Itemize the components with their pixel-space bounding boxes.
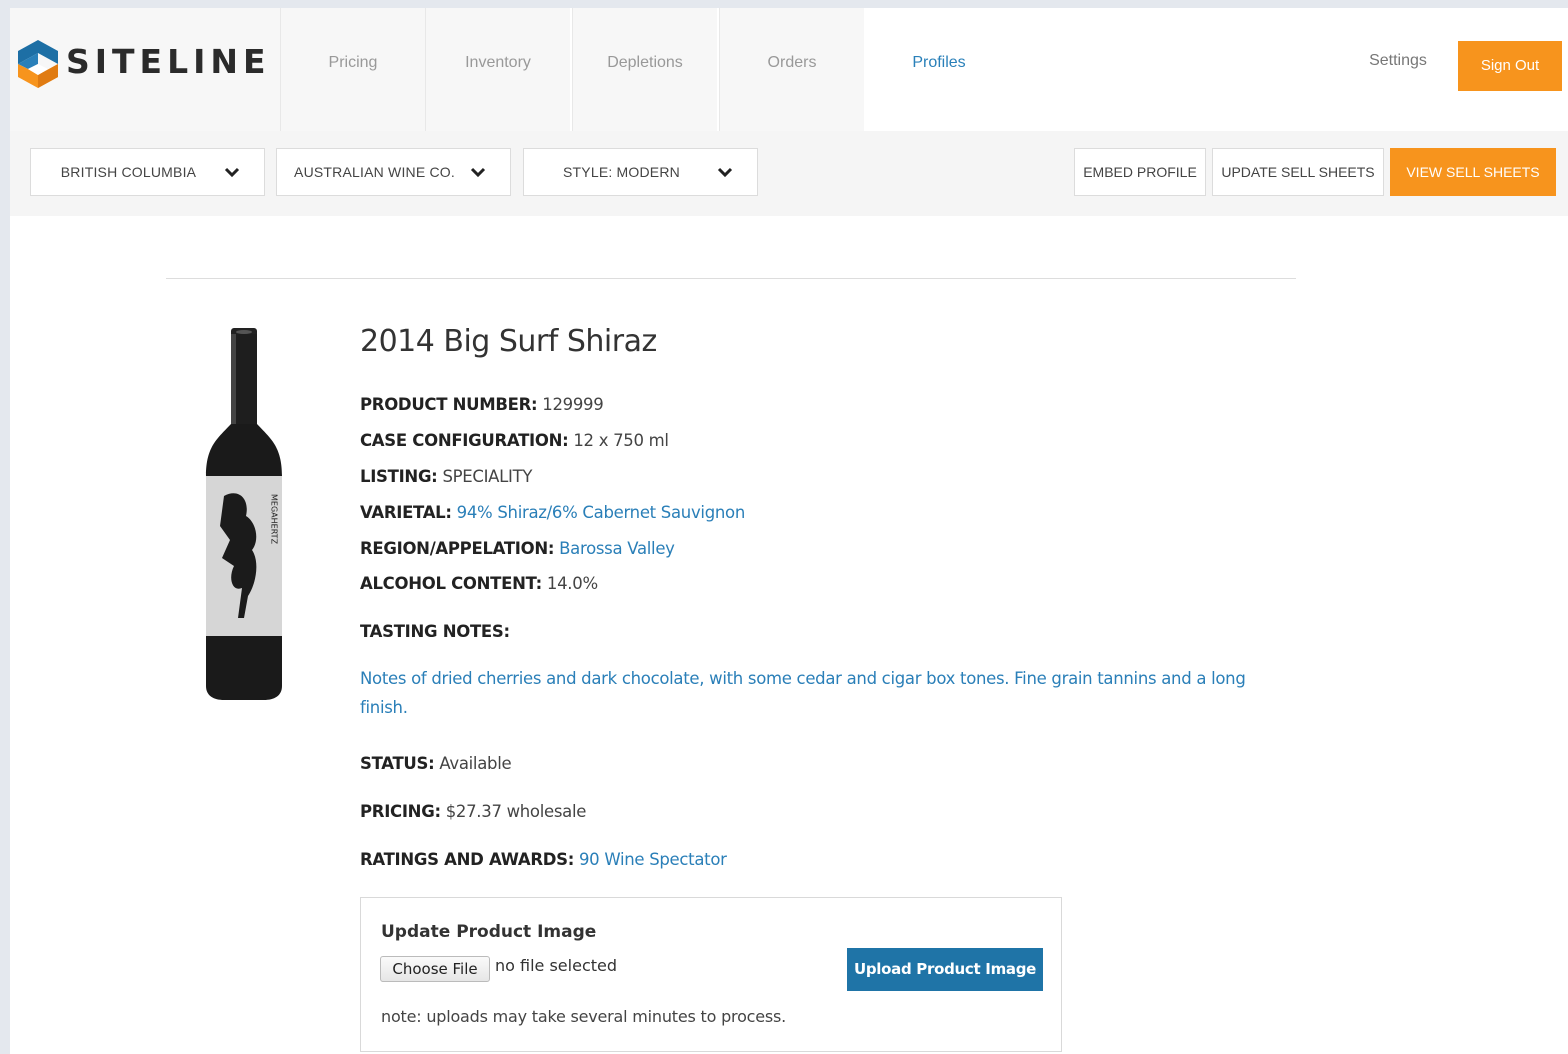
upload-image-panel: Update Product Image Choose File no file…	[360, 897, 1062, 1052]
tab-pricing[interactable]: Pricing	[280, 8, 425, 131]
bottle-label: MEGAHERTZ	[270, 494, 279, 545]
siteline-logo-icon	[18, 40, 58, 88]
chevron-down-icon	[470, 167, 486, 178]
region-row: REGION/APPELATION: Barossa Valley	[360, 539, 675, 558]
update-sell-sheets-button[interactable]: UPDATE SELL SHEETS	[1212, 148, 1384, 196]
varietal-row: VARIETAL: 94% Shiraz/6% Cabernet Sauvign…	[360, 503, 745, 522]
status-row: STATUS: Available	[360, 754, 512, 773]
status-label: STATUS:	[360, 754, 435, 773]
supplier-dropdown-label: AUSTRALIAN WINE CO.	[294, 164, 455, 180]
top-nav: SITELINE Pricing Inventory Depletions Or…	[10, 8, 1568, 131]
pricing-value: $27.37 wholesale	[445, 802, 587, 821]
listing-value: SPECIALITY	[442, 467, 533, 486]
tasting-notes-heading-row: TASTING NOTES:	[360, 622, 510, 641]
region-dropdown[interactable]: BRITISH COLUMBIA	[30, 148, 265, 196]
settings-link[interactable]: Settings	[1358, 52, 1438, 70]
view-sell-sheets-button[interactable]: VIEW SELL SHEETS	[1390, 148, 1556, 196]
status-value: Available	[439, 754, 512, 773]
tab-depletions[interactable]: Depletions	[572, 8, 717, 131]
divider	[166, 278, 1296, 279]
case-configuration-value: 12 x 750 ml	[573, 431, 669, 450]
tab-orders[interactable]: Orders	[719, 8, 864, 131]
case-configuration-label: CASE CONFIGURATION:	[360, 431, 569, 450]
tasting-notes: Notes of dried cherries and dark chocola…	[360, 669, 1246, 717]
region-link[interactable]: Barossa Valley	[559, 539, 675, 558]
product-number-row: PRODUCT NUMBER: 129999	[360, 395, 604, 414]
product-details: 2014 Big Surf Shiraz PRODUCT NUMBER: 129…	[360, 324, 1300, 869]
product-image: MEGAHERTZ	[206, 328, 282, 700]
style-dropdown-label: STYLE: MODERN	[563, 164, 680, 180]
alcohol-label: ALCOHOL CONTENT:	[360, 574, 542, 593]
alcohol-value: 14.0%	[546, 574, 598, 593]
upload-note: note: uploads may take several minutes t…	[381, 1007, 787, 1026]
case-configuration-row: CASE CONFIGURATION: 12 x 750 ml	[360, 431, 669, 450]
sign-out-button[interactable]: Sign Out	[1458, 41, 1562, 91]
ratings-row: RATINGS AND AWARDS: 90 Wine Spectator	[360, 850, 727, 869]
no-file-status: no file selected	[495, 956, 618, 975]
varietal-link[interactable]: 94% Shiraz/6% Cabernet Sauvignon	[457, 503, 746, 522]
ratings-label: RATINGS AND AWARDS:	[360, 850, 575, 869]
alcohol-row: ALCOHOL CONTENT: 14.0%	[360, 574, 598, 593]
upload-product-image-button[interactable]: Upload Product Image	[847, 948, 1043, 991]
product-number-label: PRODUCT NUMBER:	[360, 395, 538, 414]
ratings-link[interactable]: 90 Wine Spectator	[579, 850, 727, 869]
embed-profile-button[interactable]: EMBED PROFILE	[1074, 148, 1206, 196]
listing-row: LISTING: SPECIALITY	[360, 467, 532, 486]
supplier-dropdown[interactable]: AUSTRALIAN WINE CO.	[276, 148, 511, 196]
tab-inventory[interactable]: Inventory	[425, 8, 570, 131]
style-dropdown[interactable]: STYLE: MODERN	[523, 148, 758, 196]
pricing-row: PRICING: $27.37 wholesale	[360, 802, 586, 821]
logo[interactable]: SITELINE	[10, 8, 280, 131]
pricing-label: PRICING:	[360, 802, 441, 821]
product-number-value: 129999	[542, 395, 604, 414]
region-dropdown-label: BRITISH COLUMBIA	[60, 164, 197, 180]
filter-bar: BRITISH COLUMBIA AUSTRALIAN WINE CO. STY…	[10, 131, 1568, 216]
chevron-down-icon	[717, 167, 733, 178]
product-title: 2014 Big Surf Shiraz	[360, 324, 657, 359]
listing-label: LISTING:	[360, 467, 438, 486]
tasting-notes-label: TASTING NOTES:	[360, 622, 510, 641]
brand-name: SITELINE	[66, 42, 271, 81]
chevron-down-icon	[224, 167, 240, 178]
region-label: REGION/APPELATION:	[360, 539, 555, 558]
choose-file-button[interactable]: Choose File	[380, 956, 490, 982]
app-frame: SITELINE Pricing Inventory Depletions Or…	[10, 8, 1568, 1054]
upload-title: Update Product Image	[381, 922, 597, 942]
varietal-label: VARIETAL:	[360, 503, 452, 522]
tab-profiles[interactable]: Profiles	[866, 8, 1011, 131]
